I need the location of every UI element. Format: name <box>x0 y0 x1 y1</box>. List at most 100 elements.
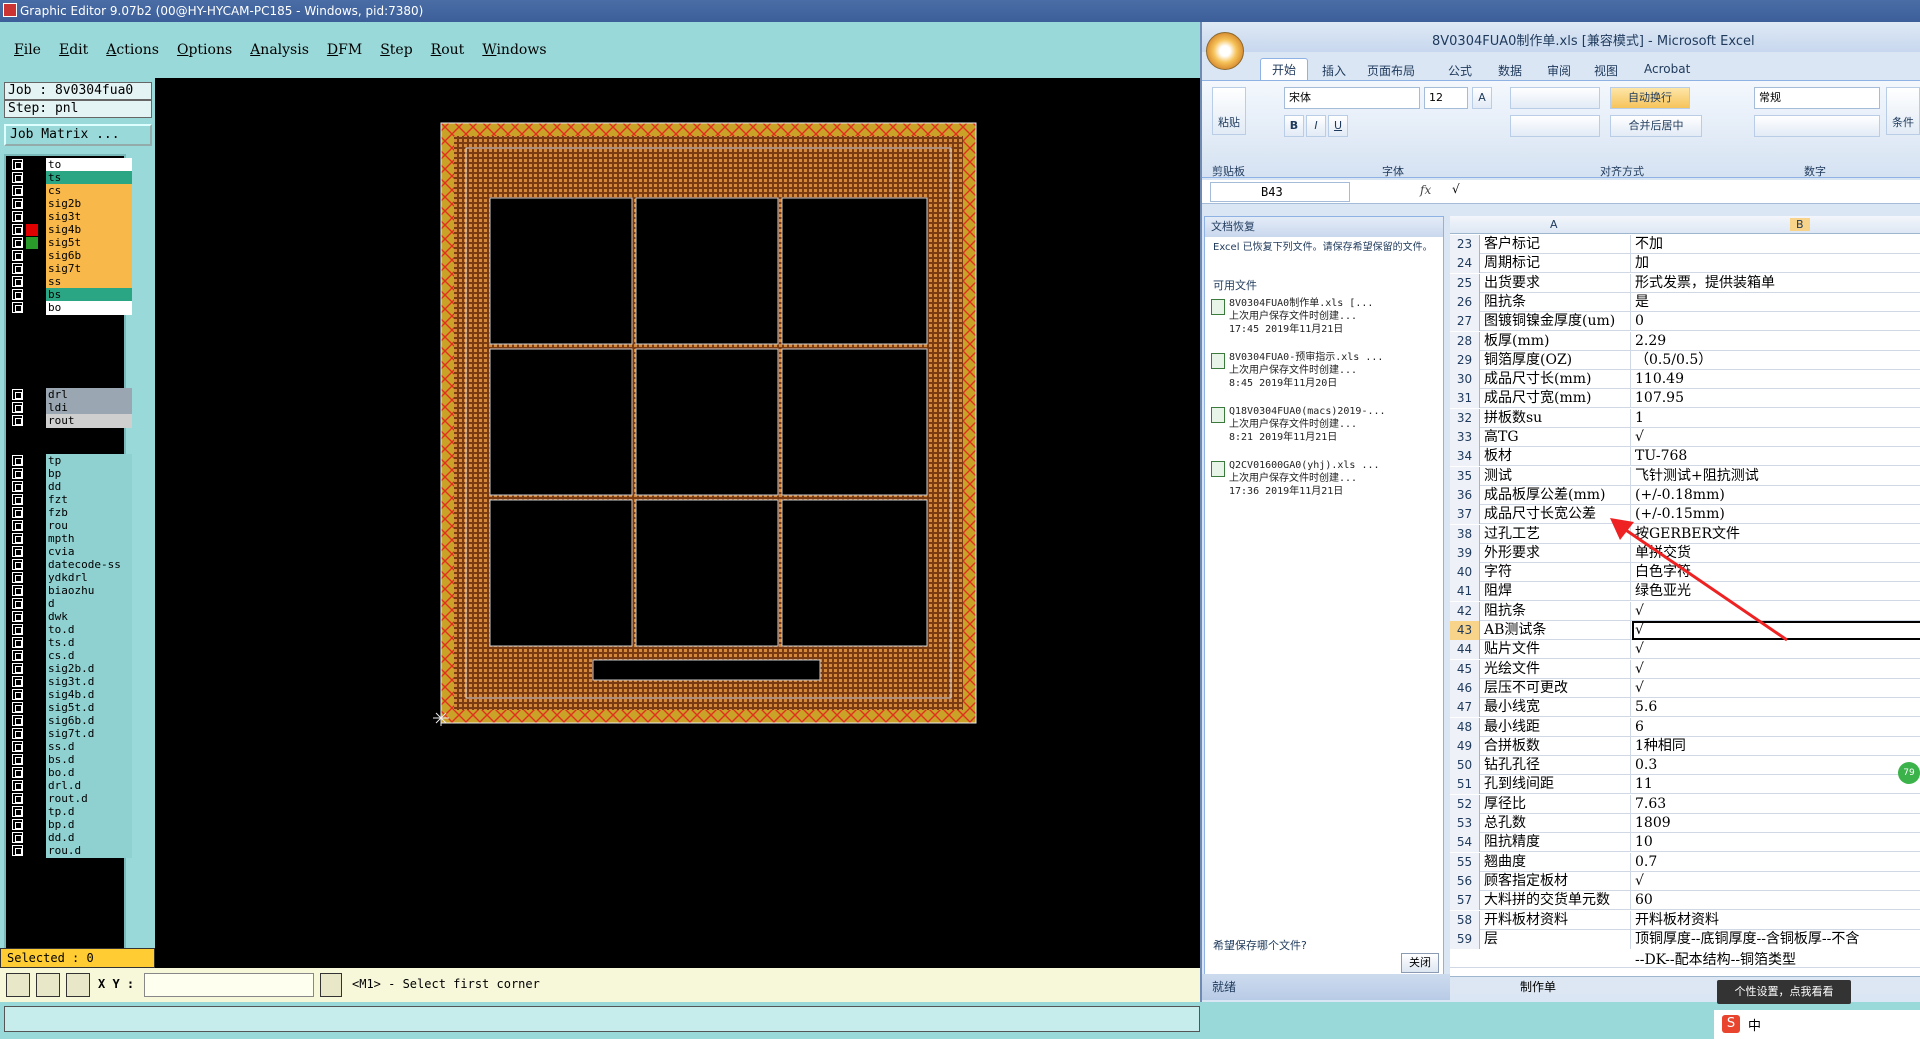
layer-checkbox[interactable] <box>12 715 23 726</box>
row-header[interactable]: 32 <box>1450 408 1480 428</box>
cell-a[interactable]: 孔到线间距 <box>1481 775 1631 795</box>
layer-row[interactable]: rou <box>10 519 132 533</box>
layer-checkbox[interactable] <box>12 676 23 687</box>
tab-page-layout[interactable]: 页面布局 <box>1367 62 1415 79</box>
layer-checkbox[interactable] <box>12 624 23 635</box>
cell-a[interactable]: 光绘文件 <box>1481 659 1631 679</box>
layer-name[interactable]: bs.d <box>46 753 132 767</box>
cell-a[interactable]: 图镀铜镍金厚度(um) <box>1481 312 1631 332</box>
row-header[interactable]: 34 <box>1450 447 1480 467</box>
layer-name[interactable]: sig2b <box>46 197 132 211</box>
layer-name[interactable]: sig6b.d <box>46 714 132 728</box>
layer-name[interactable]: rou <box>46 519 132 533</box>
recovery-file-3[interactable]: Q18V0304FUA0(macs)2019-... 上次用户保存文件时创建..… <box>1211 405 1429 444</box>
cell-a[interactable]: 层 <box>1481 929 1631 949</box>
layer-checkbox[interactable] <box>12 728 23 739</box>
row-header[interactable]: 39 <box>1450 543 1480 563</box>
row-header[interactable]: 59 <box>1450 929 1480 949</box>
layer-name[interactable]: datecode-ss <box>46 558 132 572</box>
layer-name[interactable]: biaozhu <box>46 584 132 598</box>
layer-checkbox[interactable] <box>12 702 23 713</box>
cell-b[interactable]: 不加 <box>1632 235 1920 254</box>
layer-name[interactable]: ss.d <box>46 740 132 754</box>
ime-mode[interactable]: 中 <box>1748 1015 1761 1034</box>
row-header[interactable]: 36 <box>1450 485 1480 505</box>
zoom-tool-icon[interactable] <box>6 973 30 997</box>
cell-a[interactable]: 厚径比 <box>1481 794 1631 814</box>
cell-b[interactable]: √ <box>1632 660 1920 679</box>
layer-row[interactable]: ss.d <box>10 740 132 754</box>
row-header[interactable]: 53 <box>1450 814 1480 833</box>
row-header[interactable]: 37 <box>1450 505 1480 525</box>
cell-a[interactable]: 层压不可更改 <box>1481 678 1631 698</box>
layer-name[interactable]: sig7t <box>46 262 132 276</box>
layer-row[interactable]: to.d <box>10 623 132 637</box>
align-left-buttons[interactable] <box>1510 115 1600 137</box>
layer-checkbox[interactable] <box>12 185 23 196</box>
row-header[interactable]: 35 <box>1450 466 1480 486</box>
layer-checkbox[interactable] <box>12 172 23 183</box>
layer-row[interactable]: sig4b <box>10 223 132 237</box>
cell-b[interactable]: 5.6 <box>1632 698 1920 717</box>
name-box[interactable]: B43 <box>1210 182 1350 202</box>
layer-row[interactable]: d <box>10 597 132 611</box>
recovery-close-button[interactable]: 关闭 <box>1401 953 1439 973</box>
cell-a[interactable]: 铜箔厚度(OZ) <box>1481 350 1631 370</box>
layer-row[interactable]: rout.d <box>10 792 132 806</box>
row-header[interactable]: 52 <box>1450 794 1480 814</box>
measure-tool-icon[interactable] <box>36 973 60 997</box>
menu-windows[interactable]: Windows <box>482 42 546 58</box>
cell-a[interactable]: 阻抗条 <box>1481 292 1631 312</box>
layer-row[interactable]: tp.d <box>10 805 132 819</box>
layer-row[interactable]: sig4b.d <box>10 688 132 702</box>
cell-a[interactable]: 板厚(mm) <box>1481 331 1631 351</box>
layer-checkbox[interactable] <box>12 780 23 791</box>
layer-name[interactable]: d <box>46 597 132 611</box>
row-header[interactable]: 44 <box>1450 640 1480 660</box>
cell-b[interactable]: 0.7 <box>1632 853 1920 872</box>
layer-row[interactable]: sig2b.d <box>10 662 132 676</box>
layer-checkbox[interactable] <box>12 237 23 248</box>
formula-input[interactable]: √ <box>1452 182 1460 196</box>
layer-checkbox[interactable] <box>12 468 23 479</box>
layer-name[interactable]: to <box>46 158 132 172</box>
layer-name[interactable]: cs.d <box>46 649 132 663</box>
layer-name[interactable]: sig4b <box>46 223 132 237</box>
cell-b[interactable]: 110.49 <box>1632 370 1920 389</box>
column-header-b[interactable]: B <box>1790 218 1810 231</box>
row-header[interactable]: 28 <box>1450 331 1480 351</box>
row-header[interactable]: 38 <box>1450 524 1480 544</box>
cell-a[interactable]: 拼板数su <box>1481 408 1631 428</box>
tab-data[interactable]: 数据 <box>1498 62 1522 79</box>
layer-checkbox[interactable] <box>12 559 23 570</box>
row-header[interactable]: 47 <box>1450 698 1480 718</box>
layer-row[interactable]: bo.d <box>10 766 132 780</box>
row-header[interactable]: 24 <box>1450 254 1480 274</box>
layer-row[interactable]: sig3t.d <box>10 675 132 689</box>
grow-font-button[interactable]: A <box>1472 87 1492 109</box>
cell-b[interactable]: 是 <box>1632 293 1920 312</box>
row-header[interactable]: 40 <box>1450 563 1480 583</box>
sheet-tab-main[interactable]: 制作单 <box>1520 978 1556 995</box>
row-header[interactable]: 25 <box>1450 273 1480 293</box>
layer-row[interactable]: ts <box>10 171 132 185</box>
layer-name[interactable]: ydkdrl <box>46 571 132 585</box>
tab-view[interactable]: 视图 <box>1594 62 1618 79</box>
menu-dfm[interactable]: DFM <box>327 42 362 58</box>
layer-row[interactable]: bp <box>10 467 132 481</box>
pause-icon[interactable] <box>320 973 342 997</box>
layer-name[interactable]: ts.d <box>46 636 132 650</box>
font-size-select[interactable]: 12 <box>1424 87 1468 109</box>
layer-row[interactable]: cvia <box>10 545 132 559</box>
layer-name[interactable]: bo <box>46 301 132 315</box>
layer-checkbox[interactable] <box>12 663 23 674</box>
row-header[interactable]: 51 <box>1450 775 1480 795</box>
cell-b[interactable]: √ <box>1632 872 1920 891</box>
row-header[interactable]: 58 <box>1450 910 1480 930</box>
layer-checkbox[interactable] <box>12 389 23 400</box>
row-header[interactable]: 41 <box>1450 582 1480 602</box>
conditional-format-button[interactable]: 条件 <box>1886 87 1920 135</box>
cell-b[interactable]: 0 <box>1632 312 1920 331</box>
layer-checkbox[interactable] <box>12 572 23 583</box>
cell-a[interactable]: 周期标记 <box>1481 254 1631 274</box>
